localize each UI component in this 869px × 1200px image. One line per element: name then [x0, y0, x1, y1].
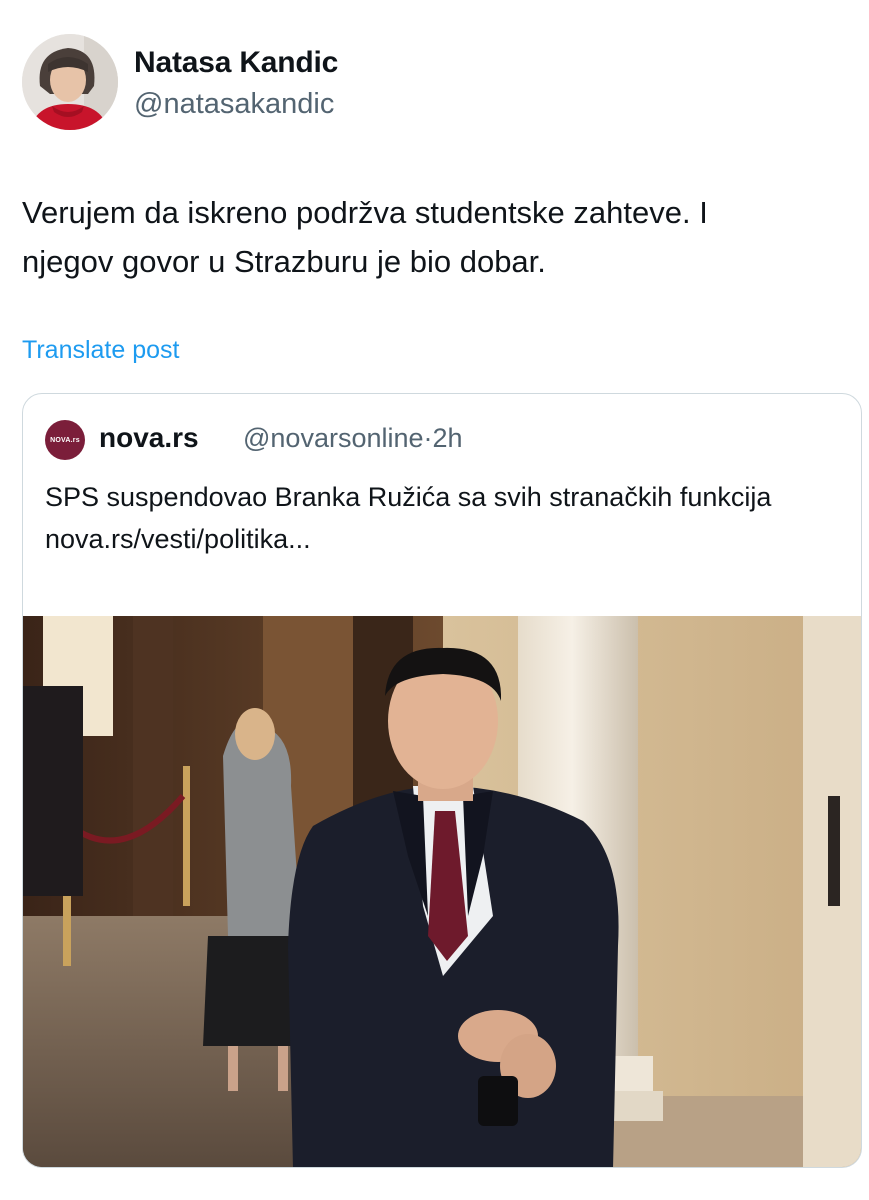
author-avatar[interactable] — [22, 34, 118, 130]
meta-separator: · — [423, 423, 433, 453]
quoted-author-handle[interactable]: @novarsonline — [243, 423, 424, 453]
quoted-post-link[interactable]: nova.rs/vesti/politika... — [45, 518, 835, 560]
quoted-post-meta: @novarsonline·2h — [243, 423, 463, 454]
post-text: Verujem da iskreno podržva studentske za… — [22, 195, 708, 279]
quoted-post-body: SPS suspendovao Branka Ružića sa svih st… — [45, 476, 835, 560]
nova-logo[interactable]: NOVA.rs — [45, 420, 85, 460]
quoted-post-card[interactable]: NOVA.rs nova.rs @novarsonline·2h SPS sus… — [22, 393, 862, 1168]
quoted-post-text: SPS suspendovao Branka Ružića sa svih st… — [45, 482, 772, 512]
quoted-author-name[interactable]: nova.rs — [99, 422, 199, 454]
tweet-header: Natasa Kandic @natasakandic — [22, 34, 822, 134]
translate-post-link[interactable]: Translate post — [22, 336, 179, 365]
quoted-post-photo[interactable] — [23, 616, 861, 1167]
author-handle[interactable]: @natasakandic — [134, 88, 334, 121]
author-name[interactable]: Natasa Kandic — [134, 46, 338, 80]
quoted-post-time[interactable]: 2h — [433, 423, 463, 453]
quoted-post-header: NOVA.rs nova.rs @novarsonline·2h — [45, 418, 835, 462]
